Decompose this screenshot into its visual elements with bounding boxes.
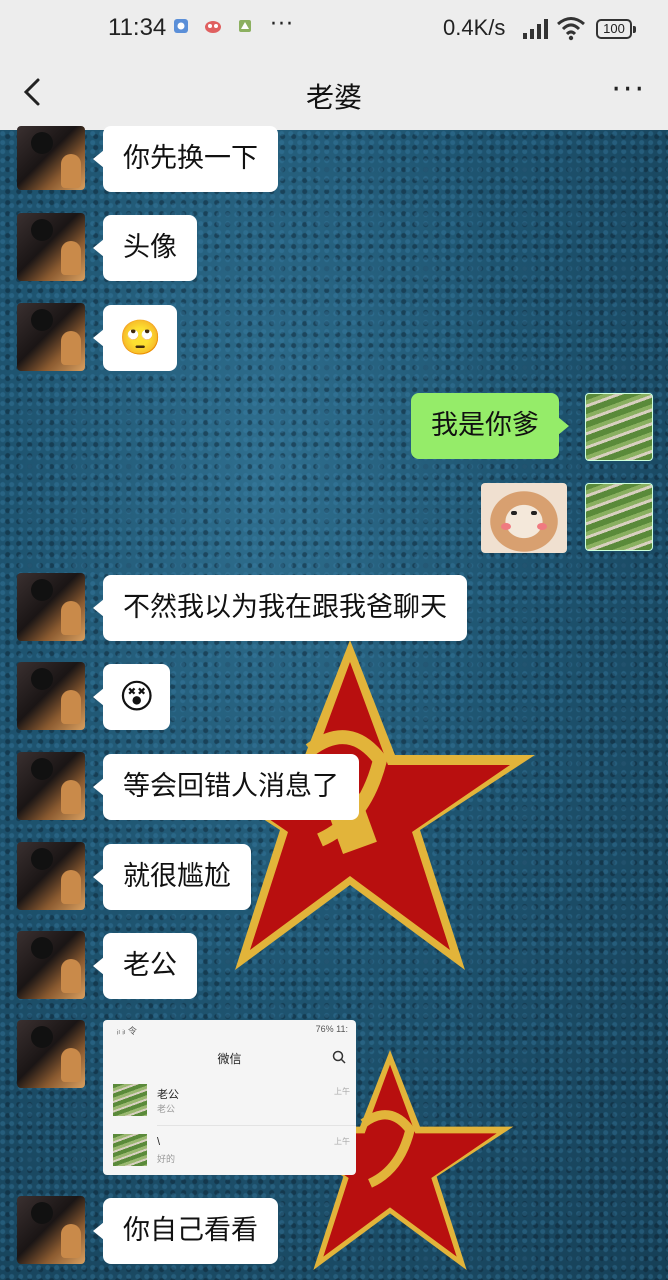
battery-icon: 100 <box>596 19 636 39</box>
contact-avatar[interactable] <box>17 126 85 190</box>
notification-icons <box>170 16 256 38</box>
contact-avatar[interactable] <box>17 573 85 641</box>
contact-avatar[interactable] <box>17 931 85 999</box>
more-options-icon[interactable]: ··· <box>611 72 646 107</box>
screenshot-image[interactable]: ᵢₗ ᵢₗ 令 76% 11: 微信 老公 老公 上午 \ 好的 上午 <box>103 1020 356 1175</box>
search-icon <box>332 1050 346 1064</box>
sticker-eye <box>531 511 537 515</box>
status-time: 11:34 <box>108 14 167 41</box>
chat-row-avatar <box>113 1134 147 1166</box>
chat-row-preview: 老公 <box>157 1104 176 1114</box>
message-bubble[interactable]: 就很尴尬 <box>93 844 251 910</box>
network-speed: 0.4K/s <box>443 15 506 40</box>
emoji-message[interactable]: 🙄 <box>92 305 178 371</box>
contact-avatar[interactable] <box>17 213 85 281</box>
app-notification-icon-2 <box>234 16 256 38</box>
my-message-bubble[interactable]: 我是你爹 <box>411 393 569 459</box>
message-bubble[interactable]: 你先换一下 <box>93 126 278 192</box>
app-notification-icon <box>170 16 192 38</box>
contact-avatar[interactable] <box>17 1020 85 1088</box>
emoji-message[interactable]: 😵 <box>92 664 171 730</box>
message-bubble[interactable]: 老公 <box>93 933 197 999</box>
game-notification-icon <box>202 16 224 38</box>
contact-avatar[interactable] <box>17 662 85 730</box>
chat-row-avatar <box>113 1084 147 1116</box>
message-bubble[interactable]: 等会回错人消息了 <box>93 754 359 820</box>
message-bubble[interactable]: 不然我以为我在跟我爸聊天 <box>93 575 467 641</box>
contact-avatar[interactable] <box>17 842 85 910</box>
my-avatar[interactable] <box>585 393 653 461</box>
screenshot-status-right: 76% 11: <box>315 1024 348 1034</box>
screenshot-status-left: ᵢₗ ᵢₗ 令 <box>117 1026 137 1036</box>
shiba-dog-sticker-icon[interactable] <box>481 483 567 553</box>
signal-icon <box>523 19 548 39</box>
chat-title: 老婆 <box>305 81 362 114</box>
sticker-eye <box>511 511 517 515</box>
chat-row-name: \ <box>157 1136 161 1148</box>
contact-avatar[interactable] <box>17 752 85 820</box>
my-avatar[interactable] <box>585 483 653 551</box>
screenshot-chat-row: \ 好的 上午 <box>103 1130 356 1170</box>
contact-avatar[interactable] <box>17 303 85 371</box>
message-bubble[interactable]: 你自己看看 <box>93 1198 278 1264</box>
chat-row-time: 上午 <box>334 1087 350 1096</box>
screenshot-chat-row: 老公 老公 上午 <box>103 1080 356 1120</box>
sticker-cheek <box>501 523 511 530</box>
message-bubble[interactable]: 头像 <box>93 215 197 281</box>
wifi-icon <box>557 17 585 41</box>
screenshot-title: 微信 <box>217 1052 242 1066</box>
chat-row-preview: 好的 <box>157 1154 176 1164</box>
contact-avatar[interactable] <box>17 1196 85 1264</box>
chat-header: 老婆 ··· <box>0 58 668 130</box>
red-star-wallpaper-icon <box>165 640 535 970</box>
chat-row-time: 上午 <box>334 1137 350 1146</box>
status-more-icon: ··· <box>270 12 294 37</box>
chat-row-name: 老公 <box>157 1089 179 1101</box>
sticker-cheek <box>537 523 547 530</box>
screenshot-status-bar: ᵢₗ ᵢₗ 令 76% 11: <box>103 1020 356 1040</box>
status-bar: 11:34 ··· 0.4K/s 100 <box>0 0 668 58</box>
divider <box>157 1125 356 1126</box>
